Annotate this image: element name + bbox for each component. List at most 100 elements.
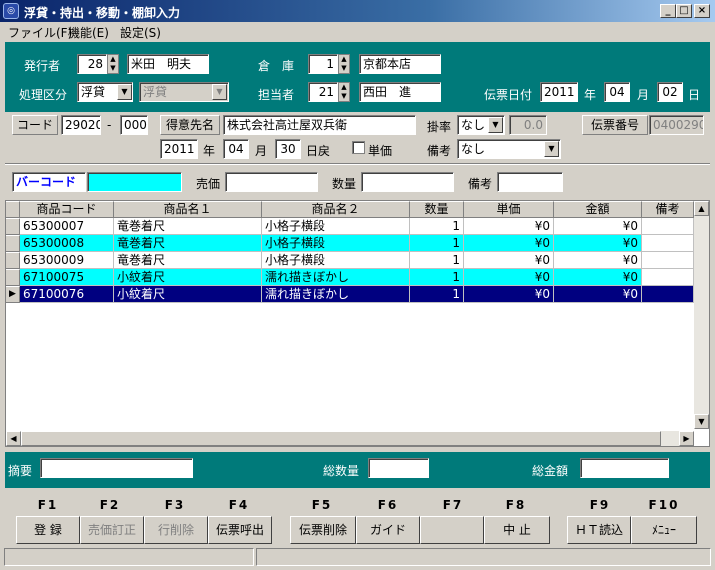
table-cell-amount[interactable]: ¥0 [554,269,642,286]
table-cell-code[interactable]: 67100075 [20,269,114,286]
slip-year-input[interactable]: 2011 [540,82,578,102]
return-day-input[interactable]: 30 [275,139,301,159]
row-header[interactable] [6,218,20,235]
table-cell-qty[interactable]: 1 [410,252,464,269]
barcode-remark-input[interactable] [497,172,563,192]
column-header[interactable]: 金額 [554,201,642,218]
warehouse-spinner[interactable]: ▲ ▼ [338,54,350,74]
table-cell-name1[interactable]: 竜巻着尺 [114,235,262,252]
column-header[interactable]: 数量 [410,201,464,218]
scroll-left-icon[interactable]: ◀ [6,431,21,446]
staff-code-input[interactable]: 21 [308,82,338,102]
table-cell-name2[interactable]: 濡れ描きぼかし [262,269,410,286]
table-cell-remark[interactable] [642,252,694,269]
table-cell-name1[interactable]: 小紋着尺 [114,286,262,303]
customer-subcode-input[interactable]: 000 [120,115,148,135]
menu-button[interactable]: ﾒﾆｭｰ [631,516,697,544]
table-cell-amount[interactable]: ¥0 [554,218,642,235]
table-cell-remark[interactable] [642,218,694,235]
table-cell-name2[interactable]: 小格子横段 [262,218,410,235]
vertical-scrollbar[interactable]: ▲ ▼ [694,201,709,429]
table-cell-amount[interactable]: ¥0 [554,286,642,303]
delete-row-button[interactable]: 行削除 [144,516,208,544]
barcode-input[interactable] [87,172,182,192]
table-cell-price[interactable]: ¥0 [464,218,554,235]
horizontal-scrollbar[interactable]: ◀ ▶ [6,431,694,446]
chevron-down-icon[interactable]: ▼ [117,84,132,100]
issuer-spinner[interactable]: ▲ ▼ [107,54,119,74]
table-cell-name1[interactable]: 小紋着尺 [114,269,262,286]
table-cell-remark[interactable] [642,269,694,286]
table-cell-name1[interactable]: 竜巻着尺 [114,252,262,269]
minimize-button[interactable]: _ [660,4,676,18]
delete-slip-button[interactable]: 伝票削除 [290,516,356,544]
column-header[interactable]: 商品名１ [114,201,262,218]
f7-button[interactable] [420,516,484,544]
scroll-thumb[interactable] [21,431,661,446]
price-input[interactable] [225,172,318,192]
qty-input[interactable] [361,172,454,192]
menu-function[interactable]: 機能(E) [68,24,109,41]
table-cell-remark[interactable] [642,286,694,303]
table-cell-code[interactable]: 65300007 [20,218,114,235]
issuer-code-input[interactable]: 28 [77,54,107,74]
table-cell-name2[interactable]: 小格子横段 [262,235,410,252]
table-cell-name2[interactable]: 濡れ描きぼかし [262,286,410,303]
row-header[interactable] [6,269,20,286]
status-pane-1 [4,548,254,566]
guide-button[interactable]: ガイド [356,516,420,544]
column-header[interactable]: 商品名２ [262,201,410,218]
table-cell-code[interactable]: 65300009 [20,252,114,269]
app-icon[interactable]: ◎ [3,3,19,19]
column-header[interactable]: 単価 [464,201,554,218]
scroll-down-icon[interactable]: ▼ [694,414,709,429]
summary-input[interactable] [40,458,193,478]
table-cell-qty[interactable]: 1 [410,269,464,286]
staff-spinner[interactable]: ▲ ▼ [338,82,350,102]
recall-slip-button[interactable]: 伝票呼出 [208,516,272,544]
return-year-input[interactable]: 2011 [160,139,198,159]
year-unit: 年 [584,88,597,102]
table-cell-price[interactable]: ¥0 [464,269,554,286]
table-cell-qty[interactable]: 1 [410,235,464,252]
scroll-up-icon[interactable]: ▲ [694,201,709,216]
column-header[interactable]: 備考 [642,201,694,218]
return-day-unit: 日戻 [306,144,331,158]
row-pointer-icon[interactable]: ▶ [6,286,20,303]
table-cell-name2[interactable]: 小格子横段 [262,252,410,269]
unit-price-checkbox[interactable] [352,141,365,154]
price-correct-button[interactable]: 売価訂正 [80,516,144,544]
cancel-button[interactable]: 中 止 [484,516,550,544]
table-cell-price[interactable]: ¥0 [464,286,554,303]
table-cell-price[interactable]: ¥0 [464,252,554,269]
table-cell-remark[interactable] [642,235,694,252]
table-cell-amount[interactable]: ¥0 [554,235,642,252]
close-button[interactable]: × [694,4,710,18]
table-cell-price[interactable]: ¥0 [464,235,554,252]
slip-month-input[interactable]: 04 [604,82,630,102]
return-month-unit: 月 [255,144,268,158]
chevron-down-icon: ▼ [212,84,227,100]
menu-file[interactable]: ファイル(F) [8,24,72,41]
ht-read-button[interactable]: ＨＴ読込 [567,516,631,544]
chevron-down-icon[interactable]: ▼ [488,117,503,133]
register-button[interactable]: 登 録 [16,516,80,544]
chevron-down-icon[interactable]: ▼ [544,141,559,157]
table-cell-amount[interactable]: ¥0 [554,252,642,269]
fkey-label-f6: F6 [377,498,399,512]
row-header[interactable] [6,235,20,252]
return-month-input[interactable]: 04 [223,139,249,159]
row-header[interactable] [6,252,20,269]
slip-day-input[interactable]: 02 [657,82,683,102]
table-cell-name1[interactable]: 竜巻着尺 [114,218,262,235]
maximize-button[interactable]: □ [676,4,692,18]
customer-code-input[interactable]: 29020 [61,115,101,135]
table-cell-code[interactable]: 65300008 [20,235,114,252]
warehouse-code-input[interactable]: 1 [308,54,338,74]
table-cell-qty[interactable]: 1 [410,286,464,303]
table-cell-qty[interactable]: 1 [410,218,464,235]
table-cell-code[interactable]: 67100076 [20,286,114,303]
scroll-right-icon[interactable]: ▶ [679,431,694,446]
menu-settings[interactable]: 設定(S) [120,24,161,41]
column-header[interactable]: 商品コード [20,201,114,218]
